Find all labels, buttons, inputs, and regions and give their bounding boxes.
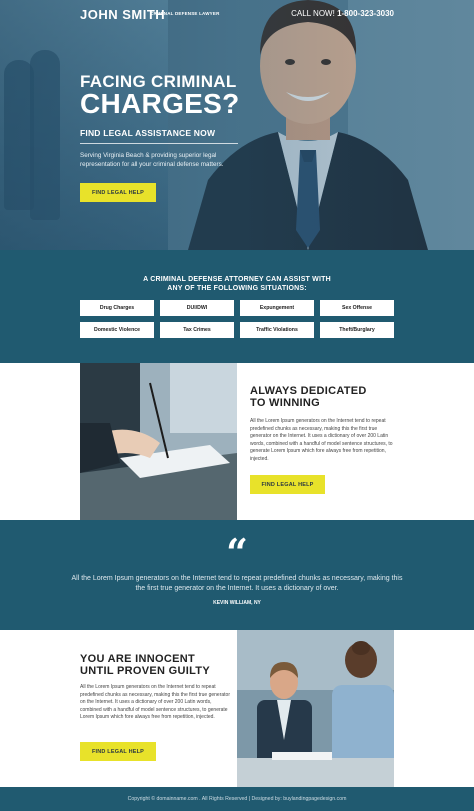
dedicated-title-line2: TO WINNING (250, 397, 321, 409)
hero-find-legal-help-button[interactable]: FIND LEGAL HELP (80, 183, 156, 202)
signing-document-image (80, 363, 237, 520)
innocent-title-line2: UNTIL PROVEN GUILTY (80, 665, 210, 677)
call-now[interactable]: CALL NOW! 1-800-323-3030 (291, 9, 394, 18)
testimonial-text: All the Lorem Ipsum generators on the In… (71, 575, 403, 592)
innocent-section: YOU ARE INNOCENT UNTIL PROVEN GUILTY All… (0, 630, 474, 787)
situations-grid: Drug Charges DUI/DWI Expungement Sex Off… (80, 300, 394, 338)
innocent-title-line1: YOU ARE INNOCENT (80, 653, 196, 665)
dedicated-title-line1: ALWAYS DEDICATED (250, 385, 367, 397)
situations-title: A CRIMINAL DEFENSE ATTORNEY CAN ASSIST W… (0, 275, 474, 293)
situation-domestic-violence[interactable]: Domestic Violence (80, 322, 154, 338)
dedicated-title: ALWAYS DEDICATED TO WINNING (250, 385, 367, 409)
hero-description: Serving Virginia Beach & providing super… (80, 152, 224, 168)
brand-tagline: CRIMINAL DEFENSE LAWYER (150, 11, 220, 16)
hero-section: JOHN SMITH CRIMINAL DEFENSE LAWYER CALL … (0, 0, 474, 250)
situations-section: A CRIMINAL DEFENSE ATTORNEY CAN ASSIST W… (0, 250, 474, 363)
hero-headline-line2: CHARGES? (80, 88, 240, 119)
situation-tax-crimes[interactable]: Tax Crimes (160, 322, 234, 338)
hero-overlay (0, 0, 474, 250)
situation-expungement[interactable]: Expungement (240, 300, 314, 316)
innocent-find-legal-help-button[interactable]: FIND LEGAL HELP (80, 742, 156, 761)
footer: Copyright © domainname.com . All Rights … (0, 787, 474, 811)
testimonial-author: KEVIN WILLIAM, NY (213, 600, 261, 606)
situation-dui-dwi[interactable]: DUI/DWI (160, 300, 234, 316)
dedicated-section: ALWAYS DEDICATED TO WINNING All the Lore… (0, 363, 474, 520)
call-label: CALL NOW! (291, 9, 335, 18)
testimonial-section: “ All the Lorem Ipsum generators on the … (0, 520, 474, 630)
dedicated-find-legal-help-button[interactable]: FIND LEGAL HELP (250, 475, 325, 494)
footer-copyright: Copyright © domainname.com . All Rights … (127, 796, 347, 802)
quote-icon: “ (226, 530, 248, 575)
hero-divider (80, 143, 238, 144)
situation-drug-charges[interactable]: Drug Charges (80, 300, 154, 316)
lawyer-consultation-image (237, 630, 394, 787)
situation-traffic-violations[interactable]: Traffic Violations (240, 322, 314, 338)
situations-title-line1: A CRIMINAL DEFENSE ATTORNEY CAN ASSIST W… (143, 276, 331, 283)
phone-number[interactable]: 1-800-323-3030 (337, 9, 394, 18)
innocent-body: All the Lorem Ipsum generators on the In… (80, 684, 230, 720)
dedicated-body: All the Lorem Ipsum generators on the In… (250, 418, 393, 462)
situations-title-line2: ANY OF THE FOLLOWING SITUATIONS: (167, 285, 307, 292)
situation-sex-offense[interactable]: Sex Offense (320, 300, 394, 316)
innocent-title: YOU ARE INNOCENT UNTIL PROVEN GUILTY (80, 653, 210, 677)
situation-theft-burglary[interactable]: Theft/Burglary (320, 322, 394, 338)
hero-subheadline: FIND LEGAL ASSISTANCE NOW (80, 128, 216, 138)
